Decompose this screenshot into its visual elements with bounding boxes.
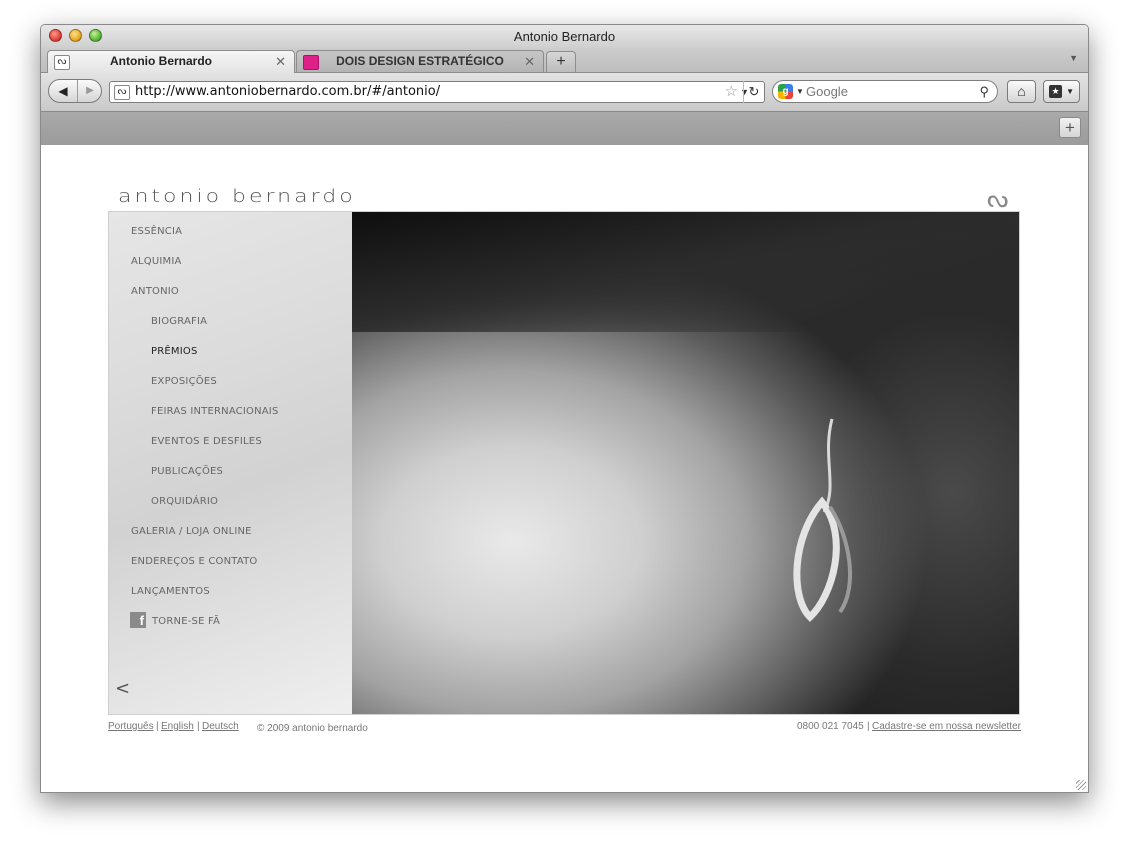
newsletter-link[interactable]: Cadastre-se em nossa newsletter xyxy=(872,721,1021,732)
menu-item-enderecos[interactable]: ENDEREÇOS E CONTATO xyxy=(131,556,257,567)
main-stage: ESSÊNCIA ALQUIMIA ANTONIO BIOGRAFIA PRÊM… xyxy=(108,211,1020,715)
search-bar: g ▼ ⚲ xyxy=(772,80,998,103)
menu-item-essencia[interactable]: ESSÊNCIA xyxy=(131,226,182,237)
address-bar[interactable]: ᔓ http://www.antoniobernardo.com.br/#/an… xyxy=(109,81,765,103)
lang-portugues-link[interactable]: Português xyxy=(108,721,154,732)
new-tab-button[interactable]: + xyxy=(546,51,576,72)
chevron-down-icon: ▼ xyxy=(1066,87,1074,96)
tab-list-dropdown-icon[interactable]: ▼ xyxy=(1069,53,1078,63)
hero-photo xyxy=(352,212,1019,714)
bookmarks-menu-button[interactable]: ★ ▼ xyxy=(1043,80,1080,103)
tab-antonio-bernardo[interactable]: ᔓ Antonio Bernardo ✕ xyxy=(47,50,295,73)
lang-deutsch-link[interactable]: Deutsch xyxy=(202,721,239,732)
engine-dropdown-icon[interactable]: ▼ xyxy=(796,81,804,102)
search-icon[interactable]: ⚲ xyxy=(979,81,989,102)
footer-separator: | xyxy=(867,721,870,732)
close-tab-icon[interactable]: ✕ xyxy=(524,51,535,72)
submenu-item-exposicoes[interactable]: EXPOSIÇÕES xyxy=(151,376,217,387)
close-tab-icon[interactable]: ✕ xyxy=(275,51,286,72)
bookmarks-star-icon: ★ xyxy=(1049,85,1062,98)
submenu-item-premios[interactable]: PRÊMIOS xyxy=(151,346,198,357)
browser-window: Antonio Bernardo ᔓ Antonio Bernardo ✕ DO… xyxy=(40,24,1089,793)
footer-separator: | xyxy=(156,721,159,732)
home-button[interactable]: ⌂ xyxy=(1007,80,1036,103)
menu-item-alquimia[interactable]: ALQUIMIA xyxy=(131,256,182,267)
site-logo[interactable]: antonio bernardo xyxy=(118,187,356,207)
facebook-icon[interactable]: f xyxy=(130,612,146,628)
hair-shadow xyxy=(352,212,1019,332)
logo-mark-icon: ᔓ xyxy=(987,185,1009,213)
tab-title: DOIS DESIGN ESTRATÉGICO xyxy=(336,54,504,68)
menu-item-lancamentos[interactable]: LANÇAMENTOS xyxy=(131,586,210,597)
submenu-item-publicacoes[interactable]: PUBLICAÇÕES xyxy=(151,466,223,477)
search-input[interactable] xyxy=(806,83,966,99)
tab-title: Antonio Bernardo xyxy=(110,54,212,68)
phone-number: 0800 021 7045 xyxy=(797,721,864,732)
resize-grip-icon[interactable] xyxy=(1076,780,1086,790)
forward-button[interactable]: ▶ xyxy=(79,80,101,102)
title-bar: Antonio Bernardo xyxy=(41,25,1088,48)
minimize-window-button[interactable] xyxy=(69,29,82,42)
close-window-button[interactable] xyxy=(49,29,62,42)
menu-item-galeria[interactable]: GALERIA / LOJA ONLINE xyxy=(131,526,252,537)
lang-english-link[interactable]: English xyxy=(161,721,194,732)
zoom-window-button[interactable] xyxy=(89,29,102,42)
submenu-item-biografia[interactable]: BIOGRAFIA xyxy=(151,316,207,327)
submenu-item-eventos[interactable]: EVENTOS E DESFILES xyxy=(151,436,262,447)
footer-separator: | xyxy=(197,721,200,732)
copyright-text: © 2009 antonio bernardo xyxy=(257,723,368,734)
tab-bar: ᔓ Antonio Bernardo ✕ DOIS DESIGN ESTRATÉ… xyxy=(41,48,1088,73)
tab-dois-design[interactable]: DOIS DESIGN ESTRATÉGICO ✕ xyxy=(296,50,544,72)
site-identity-icon[interactable]: ᔓ xyxy=(114,85,130,100)
navigation-toolbar: ◀ ▶ ᔓ http://www.antoniobernardo.com.br/… xyxy=(41,73,1088,111)
window-title: Antonio Bernardo xyxy=(513,29,616,44)
bookmark-star-icon[interactable]: ☆ xyxy=(725,82,738,102)
google-engine-icon[interactable]: g xyxy=(778,84,793,99)
collapse-menu-button[interactable]: < xyxy=(115,678,130,699)
earring-graphic xyxy=(793,418,852,622)
submenu-item-orquidario[interactable]: ORQUIDÁRIO xyxy=(151,496,218,507)
side-menu: ESSÊNCIA ALQUIMIA ANTONIO BIOGRAFIA PRÊM… xyxy=(109,212,352,714)
fan-link[interactable]: TORNE-SE FÃ xyxy=(152,616,220,627)
bookmarks-toolbar: + xyxy=(41,111,1088,146)
back-forward-group: ◀ ▶ xyxy=(48,79,102,103)
add-bookmark-button[interactable]: + xyxy=(1059,117,1081,138)
submenu-item-feiras[interactable]: FEIRAS INTERNACIONAIS xyxy=(151,406,279,417)
menu-item-antonio[interactable]: ANTONIO xyxy=(131,286,179,297)
back-button[interactable]: ◀ xyxy=(49,80,78,102)
page-content: antonio bernardo ᔓ ESSÊNCIA ALQUIMIA ANT… xyxy=(41,145,1088,792)
reload-icon[interactable]: ↻ xyxy=(743,81,764,103)
url-text[interactable]: http://www.antoniobernardo.com.br/#/anto… xyxy=(135,82,440,102)
